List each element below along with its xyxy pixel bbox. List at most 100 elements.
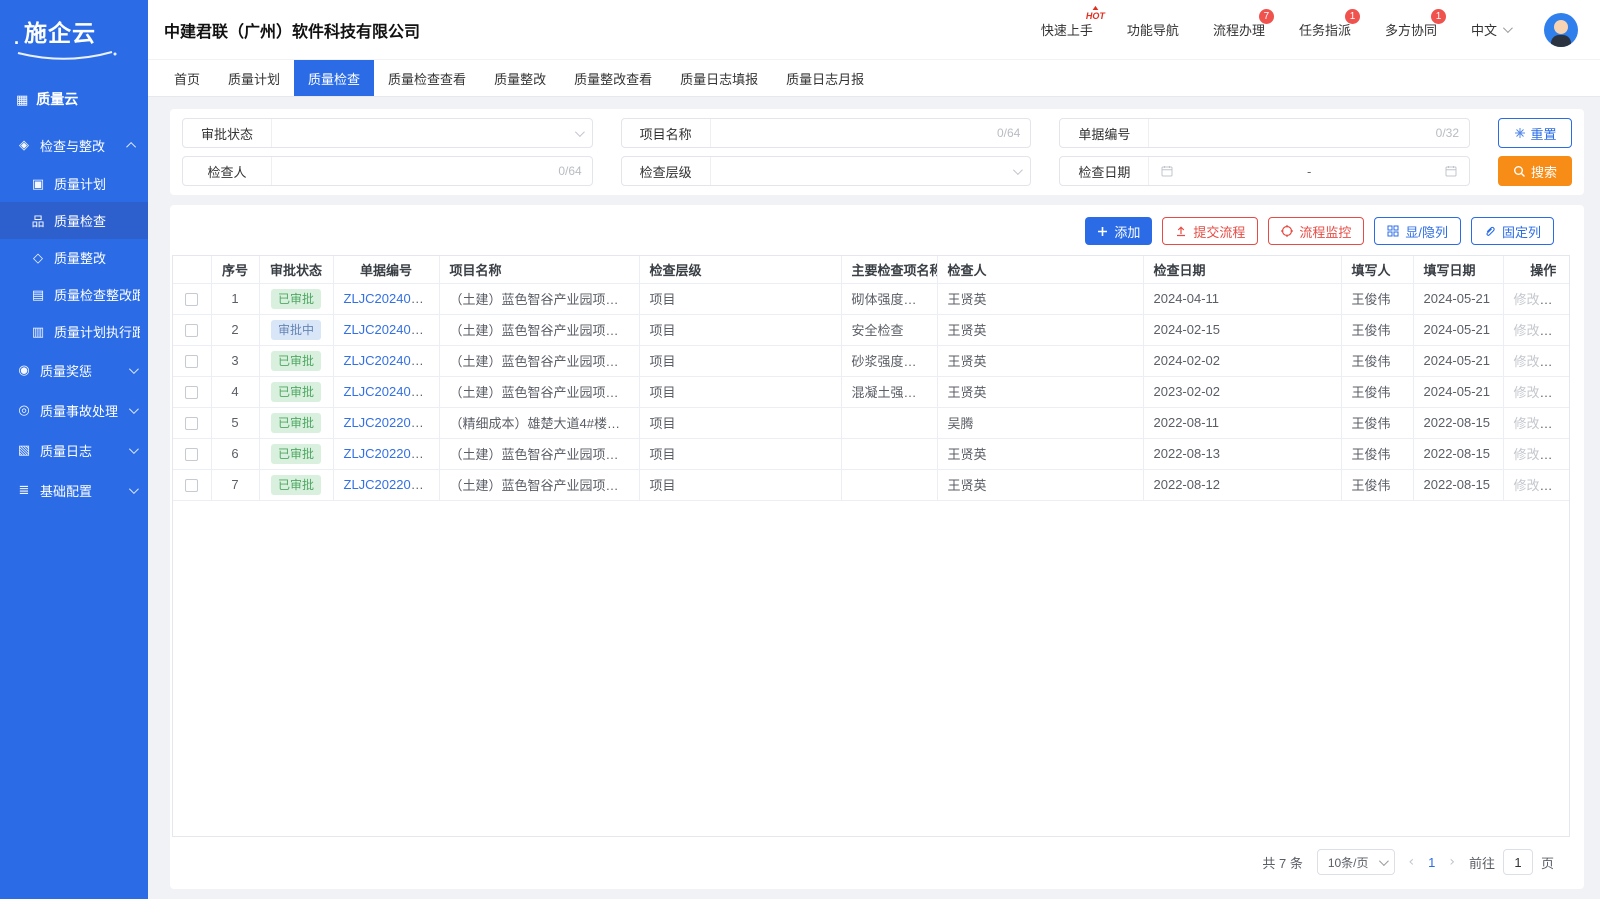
inspector-cell: 王贤英	[937, 438, 1143, 469]
tab-5[interactable]: 质量整改查看	[560, 60, 666, 96]
filter-field-检查人: 检查人0/64	[182, 156, 593, 186]
filter-label: 项目名称	[622, 119, 710, 147]
plus-icon	[1097, 226, 1108, 237]
sidebar-menu: ◈检查与整改▣质量计划品质量检查◇质量整改▤质量检查整改跟踪▥质量计划执行跟踪◉…	[0, 125, 148, 899]
doc-no-link[interactable]: ZLJC2022080174	[344, 415, 440, 430]
filter-field-检查日期: 检查日期-	[1059, 156, 1470, 186]
edit-link[interactable]: 修改	[1514, 323, 1553, 338]
filter-row-1: 审批状态项目名称0/64单据编号0/32重置	[182, 118, 1572, 148]
top-nav-item-4[interactable]: 多方协同1	[1385, 20, 1437, 39]
doc-no-cell: ZLJC2024050444	[333, 345, 439, 376]
filter-daterange-input[interactable]: -	[1148, 157, 1469, 185]
edit-link[interactable]: 修改	[1514, 354, 1553, 369]
sidebar-group-2[interactable]: ◎质量事故处理	[0, 390, 148, 430]
edit-link[interactable]: 修改	[1514, 447, 1553, 462]
current-page[interactable]: 1	[1428, 855, 1435, 870]
page-suffix-label: 页	[1541, 853, 1554, 872]
tab-0[interactable]: 首页	[160, 60, 214, 96]
doc-no-link[interactable]: ZLJC2024050445	[344, 322, 440, 337]
fill-date-cell: 2022-08-15	[1413, 469, 1503, 500]
check-date-cell: 2022-08-11	[1143, 407, 1341, 438]
row-checkbox[interactable]	[185, 324, 198, 337]
sidebar-group-1[interactable]: ◉质量奖惩	[0, 350, 148, 390]
row-checkbox[interactable]	[185, 479, 198, 492]
sidebar-item-label: 质量整改	[54, 248, 106, 267]
row-checkbox[interactable]	[185, 417, 198, 430]
sidebar-item-0-0[interactable]: ▣质量计划	[0, 165, 148, 202]
calendar-icon	[1445, 165, 1457, 177]
toggle-columns-button[interactable]: 显/隐列	[1374, 217, 1461, 245]
logo-dot: ·	[14, 38, 20, 48]
seq-cell: 4	[211, 376, 259, 407]
filter-select-1[interactable]	[710, 157, 1031, 185]
add-button[interactable]: 添加	[1085, 217, 1152, 245]
content-area: 审批状态项目名称0/64单据编号0/32重置 检查人0/64检查层级检查日期-搜…	[148, 97, 1600, 899]
doc-no-link[interactable]: ZLJC2024050443	[344, 384, 440, 399]
prev-page-button[interactable]: ‹	[1409, 854, 1415, 870]
status-badge: 已审批	[271, 413, 321, 433]
edit-link[interactable]: 修改	[1514, 416, 1553, 431]
sidebar-group-0[interactable]: ◈检查与整改	[0, 125, 148, 165]
top-header: 中建君联（广州）软件科技有限公司 快速上手HOT功能导航流程办理7任务指派1多方…	[148, 0, 1600, 60]
filter-text-input[interactable]: 0/64	[271, 157, 592, 185]
edit-link[interactable]: 修改	[1514, 292, 1553, 307]
tab-6[interactable]: 质量日志填报	[666, 60, 772, 96]
plan-exec-track-icon: ▥	[30, 324, 46, 340]
row-checkbox[interactable]	[185, 355, 198, 368]
language-switcher[interactable]: 中文	[1471, 20, 1510, 39]
tab-4[interactable]: 质量整改	[480, 60, 560, 96]
flow-monitor-button[interactable]: 流程监控	[1268, 217, 1364, 245]
sidebar-item-0-3[interactable]: ▤质量检查整改跟踪	[0, 276, 148, 313]
user-avatar[interactable]	[1544, 13, 1578, 47]
column-header-检查日期: 检查日期	[1143, 256, 1341, 283]
reset-label: 重置	[1531, 124, 1557, 143]
doc-no-link[interactable]: ZLJC2022080172	[344, 477, 440, 492]
doc-no-link[interactable]: ZLJC2024050444	[344, 353, 440, 368]
check-item-cell: 混凝土强度检测	[841, 376, 937, 407]
top-nav-item-3[interactable]: 任务指派1	[1299, 20, 1351, 39]
doc-no-link[interactable]: ZLJC2022080173	[344, 446, 440, 461]
search-button[interactable]: 搜索	[1498, 156, 1572, 186]
reset-button[interactable]: 重置	[1498, 118, 1572, 148]
top-nav-item-label: 多方协同	[1385, 23, 1437, 38]
filter-select-0[interactable]	[271, 119, 592, 147]
edit-link[interactable]: 修改	[1514, 478, 1553, 493]
sidebar-item-0-4[interactable]: ▥质量计划执行跟踪	[0, 313, 148, 350]
filter-text-input[interactable]: 0/32	[1148, 119, 1469, 147]
tab-2[interactable]: 质量检查	[294, 60, 374, 96]
sidebar-product-title[interactable]: ▦ 质量云	[0, 71, 148, 119]
row-checkbox-cell	[173, 469, 211, 500]
sidebar-group-4[interactable]: ≣基础配置	[0, 470, 148, 510]
doc-no-link[interactable]: ZLJC2024050446	[344, 291, 440, 306]
actions-cell: 修改删除	[1503, 407, 1570, 438]
sidebar-item-0-2[interactable]: ◇质量整改	[0, 239, 148, 276]
tab-1[interactable]: 质量计划	[214, 60, 294, 96]
top-nav-item-0[interactable]: 快速上手HOT	[1041, 20, 1093, 39]
table-toolbar: 添加 提交流程 流程监控 显/隐列	[172, 215, 1570, 255]
goto-page-input[interactable]	[1503, 849, 1533, 875]
filter-text-input[interactable]: 0/64	[710, 119, 1031, 147]
sidebar-group-label: 质量奖惩	[40, 361, 92, 380]
fixed-columns-button[interactable]: 固定列	[1471, 217, 1554, 245]
submit-flow-button[interactable]: 提交流程	[1162, 217, 1258, 245]
tab-bar: 首页质量计划质量检查质量检查查看质量整改质量整改查看质量日志填报质量日志月报	[148, 60, 1600, 97]
tab-3[interactable]: 质量检查查看	[374, 60, 480, 96]
row-checkbox[interactable]	[185, 293, 198, 306]
tab-7[interactable]: 质量日志月报	[772, 60, 878, 96]
table-row: 3已审批ZLJC2024050444（土建）蓝色智谷产业园项目施工总承...项目…	[173, 345, 1570, 376]
edit-link[interactable]: 修改	[1514, 385, 1553, 400]
top-nav-item-label: 快速上手	[1041, 23, 1093, 38]
sidebar-group-3[interactable]: ▧质量日志	[0, 430, 148, 470]
next-page-button[interactable]: ›	[1449, 854, 1455, 870]
sidebar-item-0-1[interactable]: 品质量检查	[0, 202, 148, 239]
page-size-select[interactable]: 10条/页	[1317, 849, 1395, 875]
hot-flame-icon: HOT	[1086, 7, 1105, 21]
columns-grid-icon	[1387, 225, 1399, 237]
row-checkbox[interactable]	[185, 448, 198, 461]
row-checkbox[interactable]	[185, 386, 198, 399]
logo-swoosh	[14, 50, 148, 65]
top-nav-item-2[interactable]: 流程办理7	[1213, 20, 1265, 39]
status-badge: 已审批	[271, 351, 321, 371]
check-item-cell	[841, 469, 937, 500]
top-nav-item-1[interactable]: 功能导航	[1127, 20, 1179, 39]
